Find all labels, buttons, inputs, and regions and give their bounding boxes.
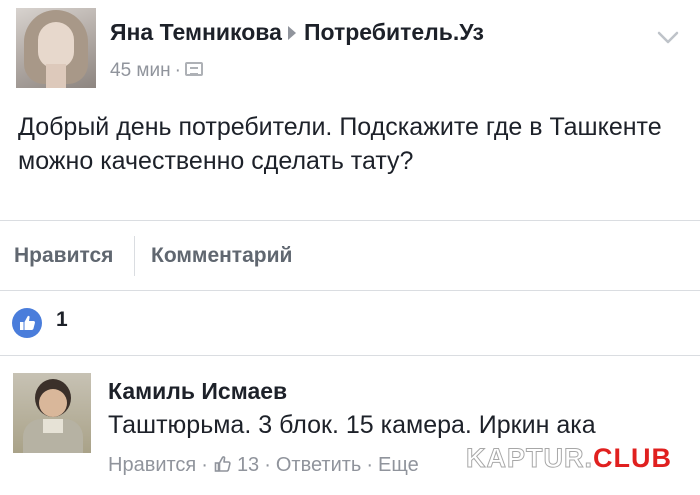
comment-text: Таштюрьма. 3 блок. 15 камера. Иркин ака — [108, 411, 596, 439]
post-time[interactable]: 45 мин — [110, 60, 171, 81]
comment-like-button[interactable]: Нравится — [108, 454, 196, 476]
arrow-right-icon — [287, 25, 296, 40]
commenter-name[interactable]: Камиль Исмаев — [108, 378, 287, 405]
watermark-suffix: CLUB — [593, 443, 672, 473]
watermark: KAPTUR.CLUB — [466, 443, 672, 474]
separator: · — [366, 454, 374, 476]
meta-separator: · — [174, 60, 181, 81]
comment-like-count[interactable]: 13 — [237, 454, 259, 476]
commenter-avatar[interactable] — [13, 373, 91, 453]
post-text: Добрый день потребители. Подскажите где … — [18, 113, 662, 175]
chevron-down-icon[interactable] — [655, 24, 681, 50]
public-audience-icon — [184, 62, 203, 77]
more-button[interactable]: Еще — [378, 454, 419, 476]
author-avatar[interactable] — [16, 8, 96, 88]
reactions-bar[interactable]: 1 — [0, 292, 700, 354]
separator: · — [264, 454, 271, 476]
like-thumb-icon — [214, 456, 231, 473]
divider — [0, 290, 700, 291]
group-name[interactable]: Потребитель.Уз — [304, 19, 484, 45]
comment-item: Камиль Исмаев Таштюрьма. 3 блок. 15 каме… — [0, 356, 700, 495]
reply-button[interactable]: Ответить — [276, 454, 362, 476]
action-divider — [134, 236, 135, 276]
post-author-line: Яна Темникова Потребитель.Уз — [110, 19, 484, 46]
divider — [0, 220, 700, 221]
like-button[interactable]: Нравится — [14, 244, 113, 268]
comment-button[interactable]: Комментарий — [151, 244, 292, 268]
watermark-prefix: KAPTUR. — [466, 443, 593, 474]
like-count: 1 — [56, 308, 68, 331]
like-reaction-icon — [12, 308, 42, 338]
post-actions: Нравится Комментарий — [0, 222, 700, 290]
post-meta: 45 мин · — [110, 60, 203, 82]
separator: · — [201, 454, 208, 476]
author-name[interactable]: Яна Темникова — [110, 19, 282, 45]
post-header: Яна Темникова Потребитель.Уз 45 мин · — [0, 0, 700, 96]
comment-actions: Нравится · 13 · Ответить · Еще — [108, 454, 419, 477]
